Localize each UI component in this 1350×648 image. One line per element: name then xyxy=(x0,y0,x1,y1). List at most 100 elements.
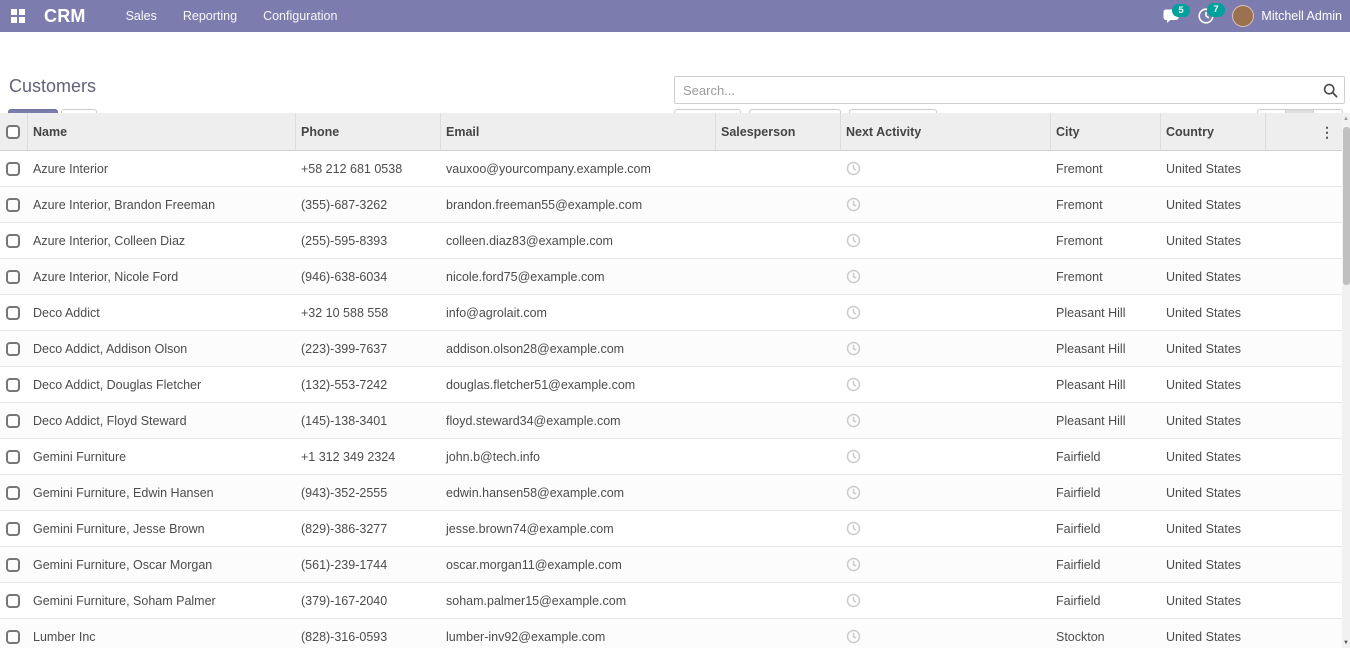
row-checkbox[interactable] xyxy=(6,486,20,500)
user-avatar xyxy=(1232,5,1254,27)
cell-email: floyd.steward34@example.com xyxy=(441,414,716,428)
top-navbar: CRM Sales Reporting Configuration 5 7 Mi… xyxy=(0,0,1350,32)
select-all-checkbox[interactable] xyxy=(6,125,20,139)
schedule-activity-clock-icon[interactable] xyxy=(846,449,861,464)
cell-phone: (946)-638-6034 xyxy=(296,270,441,284)
select-all-cell xyxy=(0,113,28,150)
cell-next-activity xyxy=(841,233,1051,248)
schedule-activity-clock-icon[interactable] xyxy=(846,341,861,356)
cell-next-activity xyxy=(841,593,1051,608)
header-name[interactable]: Name xyxy=(28,113,296,150)
row-checkbox[interactable] xyxy=(6,558,20,572)
row-checkbox[interactable] xyxy=(6,594,20,608)
header-salesperson[interactable]: Salesperson xyxy=(716,113,841,150)
table-row[interactable]: Deco Addict, Douglas Fletcher (132)-553-… xyxy=(0,367,1342,403)
cell-name: Deco Addict, Floyd Steward xyxy=(28,414,296,428)
schedule-activity-clock-icon[interactable] xyxy=(846,377,861,392)
table-row[interactable]: Gemini Furniture +1 312 349 2324 john.b@… xyxy=(0,439,1342,475)
row-checkbox[interactable] xyxy=(6,234,20,248)
cell-email: colleen.diaz83@example.com xyxy=(441,234,716,248)
apps-menu-icon[interactable] xyxy=(2,0,34,32)
schedule-activity-clock-icon[interactable] xyxy=(846,413,861,428)
scrollbar-down-arrow[interactable]: ▼ xyxy=(1342,639,1350,647)
table-row[interactable]: Gemini Furniture, Oscar Morgan (561)-239… xyxy=(0,547,1342,583)
cell-city: Pleasant Hill xyxy=(1051,306,1161,320)
search-input[interactable] xyxy=(675,83,1316,98)
header-next-activity[interactable]: Next Activity xyxy=(841,113,1051,150)
table-row[interactable]: Azure Interior, Brandon Freeman (355)-68… xyxy=(0,187,1342,223)
activities-button[interactable]: 7 xyxy=(1198,8,1214,24)
table-row[interactable]: Deco Addict +32 10 588 558 info@agrolait… xyxy=(0,295,1342,331)
cell-city: Fairfield xyxy=(1051,558,1161,572)
header-email[interactable]: Email xyxy=(441,113,716,150)
messages-button[interactable]: 5 xyxy=(1163,9,1180,24)
table-row[interactable]: Azure Interior, Nicole Ford (946)-638-60… xyxy=(0,259,1342,295)
cell-phone: (255)-595-8393 xyxy=(296,234,441,248)
table-row[interactable]: Lumber Inc (828)-316-0593 lumber-inv92@e… xyxy=(0,619,1342,648)
row-checkbox[interactable] xyxy=(6,198,20,212)
cell-email: vauxoo@yourcompany.example.com xyxy=(441,162,716,176)
schedule-activity-clock-icon[interactable] xyxy=(846,233,861,248)
table-row[interactable]: Deco Addict, Addison Olson (223)-399-763… xyxy=(0,331,1342,367)
cell-email: lumber-inv92@example.com xyxy=(441,630,716,644)
row-checkbox[interactable] xyxy=(6,306,20,320)
menu-configuration[interactable]: Configuration xyxy=(263,9,337,23)
row-checkbox[interactable] xyxy=(6,270,20,284)
schedule-activity-clock-icon[interactable] xyxy=(846,629,861,644)
header-city[interactable]: City xyxy=(1051,113,1161,150)
menu-reporting[interactable]: Reporting xyxy=(183,9,237,23)
cell-next-activity xyxy=(841,341,1051,356)
cell-country: United States xyxy=(1161,486,1266,500)
cell-country: United States xyxy=(1161,450,1266,464)
row-checkbox[interactable] xyxy=(6,414,20,428)
schedule-activity-clock-icon[interactable] xyxy=(846,521,861,536)
row-checkbox[interactable] xyxy=(6,378,20,392)
row-checkbox[interactable] xyxy=(6,342,20,356)
cell-phone: (132)-553-7242 xyxy=(296,378,441,392)
search-icon[interactable] xyxy=(1316,77,1344,103)
row-select-cell xyxy=(0,449,28,464)
scrollbar-thumb[interactable] xyxy=(1343,127,1350,285)
schedule-activity-clock-icon[interactable] xyxy=(846,593,861,608)
cell-next-activity xyxy=(841,521,1051,536)
cell-email: nicole.ford75@example.com xyxy=(441,270,716,284)
schedule-activity-clock-icon[interactable] xyxy=(846,197,861,212)
table-row[interactable]: Azure Interior +58 212 681 0538 vauxoo@y… xyxy=(0,151,1342,187)
app-name[interactable]: CRM xyxy=(44,6,86,27)
row-checkbox[interactable] xyxy=(6,162,20,176)
schedule-activity-clock-icon[interactable] xyxy=(846,269,861,284)
menu-sales[interactable]: Sales xyxy=(126,9,157,23)
table-row[interactable]: Gemini Furniture, Jesse Brown (829)-386-… xyxy=(0,511,1342,547)
cell-next-activity xyxy=(841,629,1051,644)
table-row[interactable]: Gemini Furniture, Edwin Hansen (943)-352… xyxy=(0,475,1342,511)
header-phone[interactable]: Phone xyxy=(296,113,441,150)
schedule-activity-clock-icon[interactable] xyxy=(846,485,861,500)
row-select-cell xyxy=(0,197,28,212)
cell-country: United States xyxy=(1161,558,1266,572)
row-checkbox[interactable] xyxy=(6,450,20,464)
schedule-activity-clock-icon[interactable] xyxy=(846,305,861,320)
row-checkbox[interactable] xyxy=(6,630,20,644)
schedule-activity-clock-icon[interactable] xyxy=(846,557,861,572)
row-checkbox[interactable] xyxy=(6,522,20,536)
scrollbar-up-arrow[interactable]: ▲ xyxy=(1342,115,1350,123)
table-row[interactable]: Azure Interior, Colleen Diaz (255)-595-8… xyxy=(0,223,1342,259)
cell-email: edwin.hansen58@example.com xyxy=(441,486,716,500)
cell-next-activity xyxy=(841,377,1051,392)
table-row[interactable]: Deco Addict, Floyd Steward (145)-138-340… xyxy=(0,403,1342,439)
cell-next-activity xyxy=(841,161,1051,176)
schedule-activity-clock-icon[interactable] xyxy=(846,161,861,176)
table-row[interactable]: Gemini Furniture, Soham Palmer (379)-167… xyxy=(0,583,1342,619)
cell-email: info@agrolait.com xyxy=(441,306,716,320)
header-country[interactable]: Country xyxy=(1161,113,1266,150)
vertical-scrollbar[interactable]: ▲ ▼ xyxy=(1342,113,1350,648)
cell-city: Fairfield xyxy=(1051,594,1161,608)
cell-name: Lumber Inc xyxy=(28,630,296,644)
user-menu[interactable]: Mitchell Admin xyxy=(1232,5,1342,27)
cell-city: Fremont xyxy=(1051,162,1161,176)
row-select-cell xyxy=(0,269,28,284)
row-select-cell xyxy=(0,341,28,356)
cell-city: Pleasant Hill xyxy=(1051,414,1161,428)
cell-city: Fairfield xyxy=(1051,522,1161,536)
optional-columns-icon[interactable]: ⋮ xyxy=(1320,125,1334,139)
